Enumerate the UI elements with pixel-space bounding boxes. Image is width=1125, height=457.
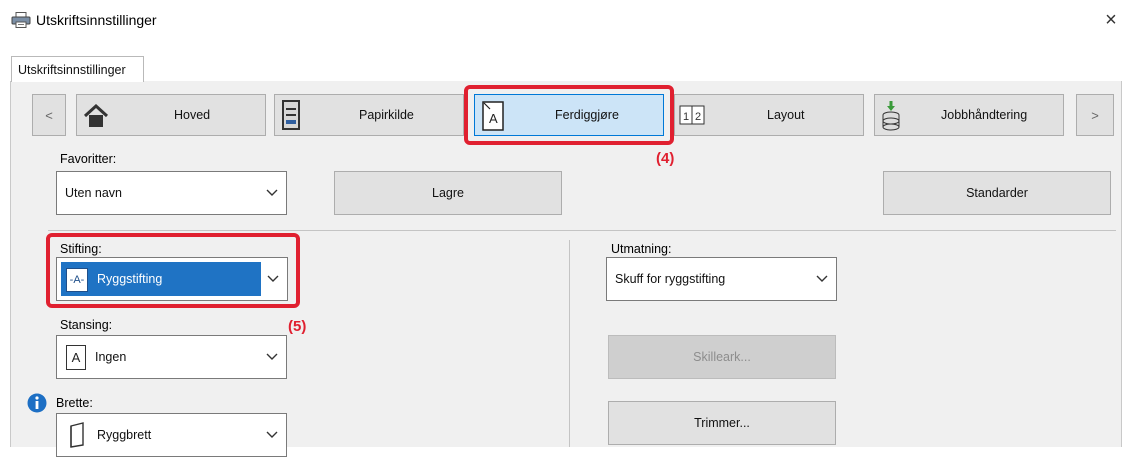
separator-sheet-button[interactable]: Skilleark...: [608, 335, 836, 379]
punch-page-icon: A: [66, 345, 86, 370]
svg-text:1: 1: [683, 111, 689, 123]
fold-value: Ryggbrett: [97, 428, 152, 442]
nav-label-layout: Layout: [767, 108, 805, 122]
paper-tray-icon: [281, 100, 301, 133]
punching-icon-letter: A: [71, 350, 81, 365]
nav-label-papirkilde: Papirkilde: [359, 108, 414, 122]
tab-utskriftsinnstillinger[interactable]: Utskriftsinnstillinger: [11, 56, 144, 82]
defaults-button[interactable]: Standarder: [883, 171, 1111, 215]
nav-next-label: >: [1091, 108, 1099, 123]
trimmer-button[interactable]: Trimmer...: [608, 401, 836, 445]
punching-select[interactable]: A Ingen: [56, 335, 287, 379]
favorites-value: Uten navn: [65, 186, 122, 200]
divider: [48, 230, 1116, 231]
save-button[interactable]: Lagre: [334, 171, 562, 215]
nav-next-button[interactable]: >: [1076, 94, 1114, 136]
favorites-select[interactable]: Uten navn: [56, 171, 287, 215]
nav-prev-button[interactable]: <: [32, 94, 66, 136]
home-icon: [83, 103, 109, 131]
favorites-label: Favoritter:: [60, 152, 117, 166]
title-bar: [0, 0, 1125, 40]
nav-label-jobbhandtering: Jobbhåndtering: [941, 108, 1028, 122]
chevron-down-icon: [266, 336, 278, 378]
column-divider: [569, 240, 570, 447]
svg-text:2: 2: [695, 111, 701, 123]
nav-label-hoved: Hoved: [174, 108, 211, 122]
close-button[interactable]: ×: [1100, 8, 1122, 32]
nav-tab-layout[interactable]: 12 Layout: [674, 94, 864, 136]
chevron-down-icon: [266, 414, 278, 456]
callout-5: (5): [288, 318, 307, 335]
layout-1-2-icon: 12: [679, 105, 705, 128]
save-label: Lagre: [432, 186, 464, 200]
printer-icon: [11, 12, 31, 28]
output-select[interactable]: Skuff for ryggstifting: [606, 257, 837, 301]
fold-label: Brette:: [56, 396, 93, 410]
punching-value: Ingen: [95, 350, 127, 364]
fold-select[interactable]: Ryggbrett: [56, 413, 287, 457]
defaults-label: Standarder: [966, 186, 1028, 200]
highlight-ferdiggjore: [464, 85, 674, 145]
info-icon: [27, 393, 47, 413]
nav-tab-hoved[interactable]: Hoved: [76, 94, 266, 136]
separator-sheet-label: Skilleark...: [693, 350, 751, 364]
tab-label: Utskriftsinnstillinger: [18, 63, 126, 77]
highlight-stapling: [46, 233, 300, 308]
chevron-down-icon: [816, 258, 828, 300]
chevron-down-icon: [266, 172, 278, 214]
nav-tab-papirkilde[interactable]: Papirkilde: [274, 94, 464, 136]
callout-4: (4): [656, 150, 675, 167]
trimmer-label: Trimmer...: [694, 416, 750, 430]
job-stack-icon: [881, 100, 901, 135]
nav-prev-label: <: [45, 108, 53, 123]
output-label: Utmatning:: [611, 242, 672, 256]
punching-label: Stansing:: [60, 318, 113, 332]
window-title: Utskriftsinnstillinger: [36, 12, 157, 28]
output-value: Skuff for ryggstifting: [615, 272, 726, 286]
nav-tab-jobbhandtering[interactable]: Jobbhåndtering: [874, 94, 1064, 136]
